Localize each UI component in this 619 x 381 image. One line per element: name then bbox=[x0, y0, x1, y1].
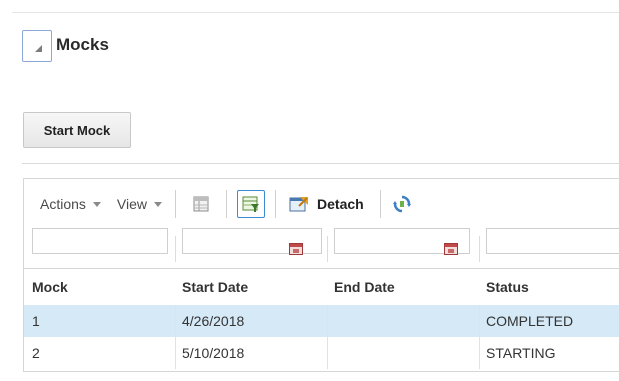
detach-label: Detach bbox=[317, 195, 364, 212]
chevron-down-icon bbox=[154, 202, 163, 207]
view-menu[interactable]: View bbox=[116, 195, 163, 212]
actions-menu[interactable]: Actions bbox=[40, 196, 101, 212]
detach-button[interactable]: Detach bbox=[289, 195, 364, 213]
freeze-icon bbox=[193, 196, 209, 211]
refresh-icon bbox=[392, 195, 411, 212]
table-row[interactable]: 1 4/26/2018 COMPLETED bbox=[24, 305, 619, 337]
view-menu-label: View bbox=[116, 195, 148, 212]
freeze-button[interactable] bbox=[190, 193, 212, 215]
section-divider bbox=[22, 163, 619, 164]
cell-start-date: 4/26/2018 bbox=[182, 313, 245, 329]
status-filter-input[interactable] bbox=[486, 228, 619, 254]
cell-start-date: 5/10/2018 bbox=[182, 345, 245, 361]
cell-status: COMPLETED bbox=[486, 313, 574, 329]
actions-menu-label: Actions bbox=[40, 195, 86, 212]
refresh-button[interactable] bbox=[391, 193, 413, 215]
cell-mock: 2 bbox=[32, 345, 40, 361]
cell-mock: 1 bbox=[32, 313, 40, 329]
filter-row bbox=[24, 228, 619, 268]
toolbar-separator bbox=[379, 189, 381, 218]
collapse-toggle[interactable] bbox=[22, 30, 52, 62]
query-by-example-icon bbox=[242, 196, 260, 212]
column-gridline bbox=[327, 305, 328, 369]
column-gridline bbox=[479, 305, 480, 369]
toolbar-separator bbox=[175, 189, 177, 218]
column-header-status[interactable]: Status bbox=[486, 269, 529, 305]
column-separator bbox=[175, 236, 176, 262]
collapse-triangle-icon bbox=[34, 44, 42, 52]
toolbar-separator bbox=[275, 189, 277, 218]
query-by-example-button[interactable] bbox=[237, 189, 266, 218]
column-gridline bbox=[175, 305, 176, 369]
top-divider bbox=[12, 12, 619, 13]
column-header-start-date[interactable]: Start Date bbox=[182, 269, 248, 305]
chevron-down-icon bbox=[92, 202, 101, 207]
table-row[interactable]: 2 5/10/2018 STARTING bbox=[24, 337, 619, 369]
start-mock-button[interactable]: Start Mock bbox=[23, 112, 131, 148]
toolbar-separator bbox=[226, 189, 228, 218]
column-header-mock[interactable]: Mock bbox=[32, 269, 68, 305]
column-header-end-date[interactable]: End Date bbox=[334, 269, 395, 305]
detach-icon bbox=[289, 196, 309, 211]
column-separator bbox=[327, 236, 328, 262]
section-title: Mocks bbox=[56, 35, 109, 54]
cell-status: STARTING bbox=[486, 345, 556, 361]
mock-filter-input[interactable] bbox=[32, 228, 168, 254]
table-toolbar: Actions View Detach bbox=[24, 179, 619, 228]
column-separator bbox=[479, 236, 480, 262]
calendar-icon[interactable] bbox=[289, 243, 303, 255]
mocks-table-panel: Actions View Detach Mock Start Date End … bbox=[23, 178, 619, 372]
mocks-section-header: Mocks bbox=[22, 30, 109, 62]
table-header-row: Mock Start Date End Date Status bbox=[24, 268, 619, 304]
calendar-icon[interactable] bbox=[444, 243, 458, 255]
